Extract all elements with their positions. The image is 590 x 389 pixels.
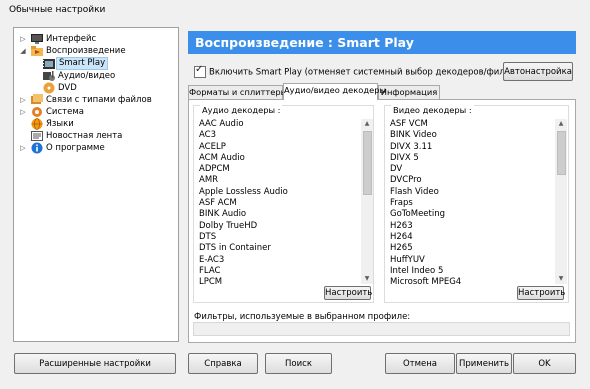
audio-decoders-group: Аудио декодеры : AAC Audio AC3 ACELP ACM Au… <box>193 105 374 303</box>
help-button[interactable]: Справка <box>188 353 258 374</box>
tree-item-label: Аудио/видео <box>58 71 116 81</box>
tree-item-label: DVD <box>58 83 77 93</box>
list-item[interactable]: BINK Video <box>388 130 554 141</box>
cancel-button[interactable]: Отмена <box>385 353 455 374</box>
audio-scrollbar[interactable]: ▲ ▼ <box>361 119 373 284</box>
scroll-down-icon[interactable]: ▼ <box>555 274 567 284</box>
tree-item-label: Языки <box>46 119 74 129</box>
tab-audio-video-decoders[interactable]: Аудио/видео декодеры <box>283 83 386 100</box>
search-button[interactable]: Поиск <box>265 353 332 374</box>
list-item[interactable]: ACELP <box>197 142 360 153</box>
expand-arrow-icon[interactable]: ▷ <box>19 144 27 152</box>
video-scrollbar[interactable]: ▲ ▼ <box>555 119 567 284</box>
ok-button[interactable]: OK <box>513 353 576 374</box>
advanced-settings-button[interactable]: Расширенные настройки <box>14 353 176 374</box>
list-item[interactable]: Apple Lossless Audio <box>197 187 360 198</box>
list-item[interactable]: ASF ACM <box>197 198 360 209</box>
file-link-icon <box>31 94 43 104</box>
video-decoders-title: Видео декодеры : <box>391 105 474 115</box>
news-icon <box>31 131 43 141</box>
checkbox-box[interactable] <box>194 64 206 78</box>
tree-item-label: Интерфейс <box>46 34 97 44</box>
title-bar: Обычные настройки <box>0 0 590 22</box>
expand-arrow-icon[interactable]: ▷ <box>19 96 27 104</box>
video-decoders-list[interactable]: ASF VCM BINK Video DIVX 3.11 DIVX 5 DV DVCPro… <box>388 119 554 284</box>
video-configure-button[interactable]: Настроить <box>517 286 565 300</box>
list-item[interactable]: HuffYUV <box>388 255 554 266</box>
tab-information[interactable]: Информация <box>378 85 440 99</box>
filters-field <box>193 322 570 336</box>
tree-item-label: Smart Play <box>56 57 109 70</box>
list-item[interactable]: H264 <box>388 232 554 243</box>
tree-item-label: Система <box>46 107 84 117</box>
dvd-icon <box>43 82 55 94</box>
list-item[interactable]: BINK Audio <box>197 209 360 220</box>
list-item[interactable]: Dolby TrueHD <box>197 221 360 232</box>
video-decoders-group: Видео декодеры : ASF VCM BINK Video DIVX 3… <box>384 105 569 303</box>
globe-icon <box>31 118 43 130</box>
auto-config-button[interactable]: Автонастройка <box>503 62 573 81</box>
list-item[interactable]: H263 <box>388 221 554 232</box>
audio-decoders-title: Аудио декодеры : <box>200 105 283 115</box>
expand-arrow-icon[interactable]: ▷ <box>19 35 27 43</box>
list-item[interactable]: E-AC3 <box>197 255 360 266</box>
list-item[interactable]: ACM Audio <box>197 153 360 164</box>
list-item[interactable]: AAC Audio <box>197 119 360 130</box>
scroll-thumb[interactable] <box>557 131 566 175</box>
list-item[interactable]: DV <box>388 164 554 175</box>
tree-item-label: О программе <box>46 143 105 153</box>
list-item[interactable]: Flash Video <box>388 187 554 198</box>
list-item[interactable]: Microsoft MPEG4 <box>388 277 554 284</box>
scroll-down-icon[interactable]: ▼ <box>361 274 373 284</box>
gear-icon <box>32 107 42 117</box>
list-item[interactable]: ADPCM <box>197 164 360 175</box>
panel-title: Воспроизведение : Smart Play <box>188 31 576 54</box>
list-item[interactable]: ASF VCM <box>388 119 554 130</box>
film-icon <box>43 59 55 69</box>
scroll-thumb[interactable] <box>363 131 372 195</box>
list-item[interactable]: H265 <box>388 243 554 254</box>
play-folder-icon <box>31 46 43 56</box>
tree-item-label: Воспроизведение <box>46 46 126 56</box>
list-item[interactable]: AMR <box>197 175 360 186</box>
list-item[interactable]: LPCM <box>197 277 360 284</box>
list-item[interactable]: DIVX 3.11 <box>388 142 554 153</box>
list-item[interactable]: Intel Indeo 5 <box>388 266 554 277</box>
apply-button[interactable]: Применить <box>456 353 512 374</box>
monitor-icon <box>31 34 43 44</box>
list-item[interactable]: FLAC <box>197 266 360 277</box>
tree-item-label: Связи с типами файлов <box>46 95 152 105</box>
window-title: Обычные настройки <box>9 5 106 15</box>
audio-configure-button[interactable]: Настроить <box>324 286 372 300</box>
expand-arrow-icon[interactable]: ▷ <box>19 108 27 116</box>
info-icon <box>31 142 43 154</box>
collapse-arrow-icon[interactable]: ◢ <box>19 47 27 55</box>
tab-formats-splitters[interactable]: Форматы и сплиттеры <box>188 85 287 99</box>
list-item[interactable]: DTS in Container <box>197 243 360 254</box>
audio-video-icon <box>43 71 55 81</box>
enable-smart-play-label: Включить Smart Play (отменяет системный … <box>209 67 534 78</box>
scroll-up-icon[interactable]: ▲ <box>555 119 567 129</box>
scroll-up-icon[interactable]: ▲ <box>361 119 373 129</box>
list-item[interactable]: AC3 <box>197 130 360 141</box>
filters-label: Фильтры, используемые в выбранном профил… <box>194 312 411 322</box>
audio-decoders-list[interactable]: AAC Audio AC3 ACELP ACM Audio ADPCM AMR Apple … <box>197 119 360 284</box>
list-item[interactable]: DVCPro <box>388 175 554 186</box>
tree-item-label: Новостная лента <box>46 131 123 141</box>
list-item[interactable]: Fraps <box>388 198 554 209</box>
enable-smart-play-checkbox[interactable]: Включить Smart Play (отменяет системный … <box>194 64 534 79</box>
settings-tree[interactable]: ▷ Интерфейс ◢ Воспроизведение Smart Play… <box>13 27 179 342</box>
list-item[interactable]: DIVX 5 <box>388 153 554 164</box>
list-item[interactable]: GoToMeeting <box>388 209 554 220</box>
list-item[interactable]: DTS <box>197 232 360 243</box>
